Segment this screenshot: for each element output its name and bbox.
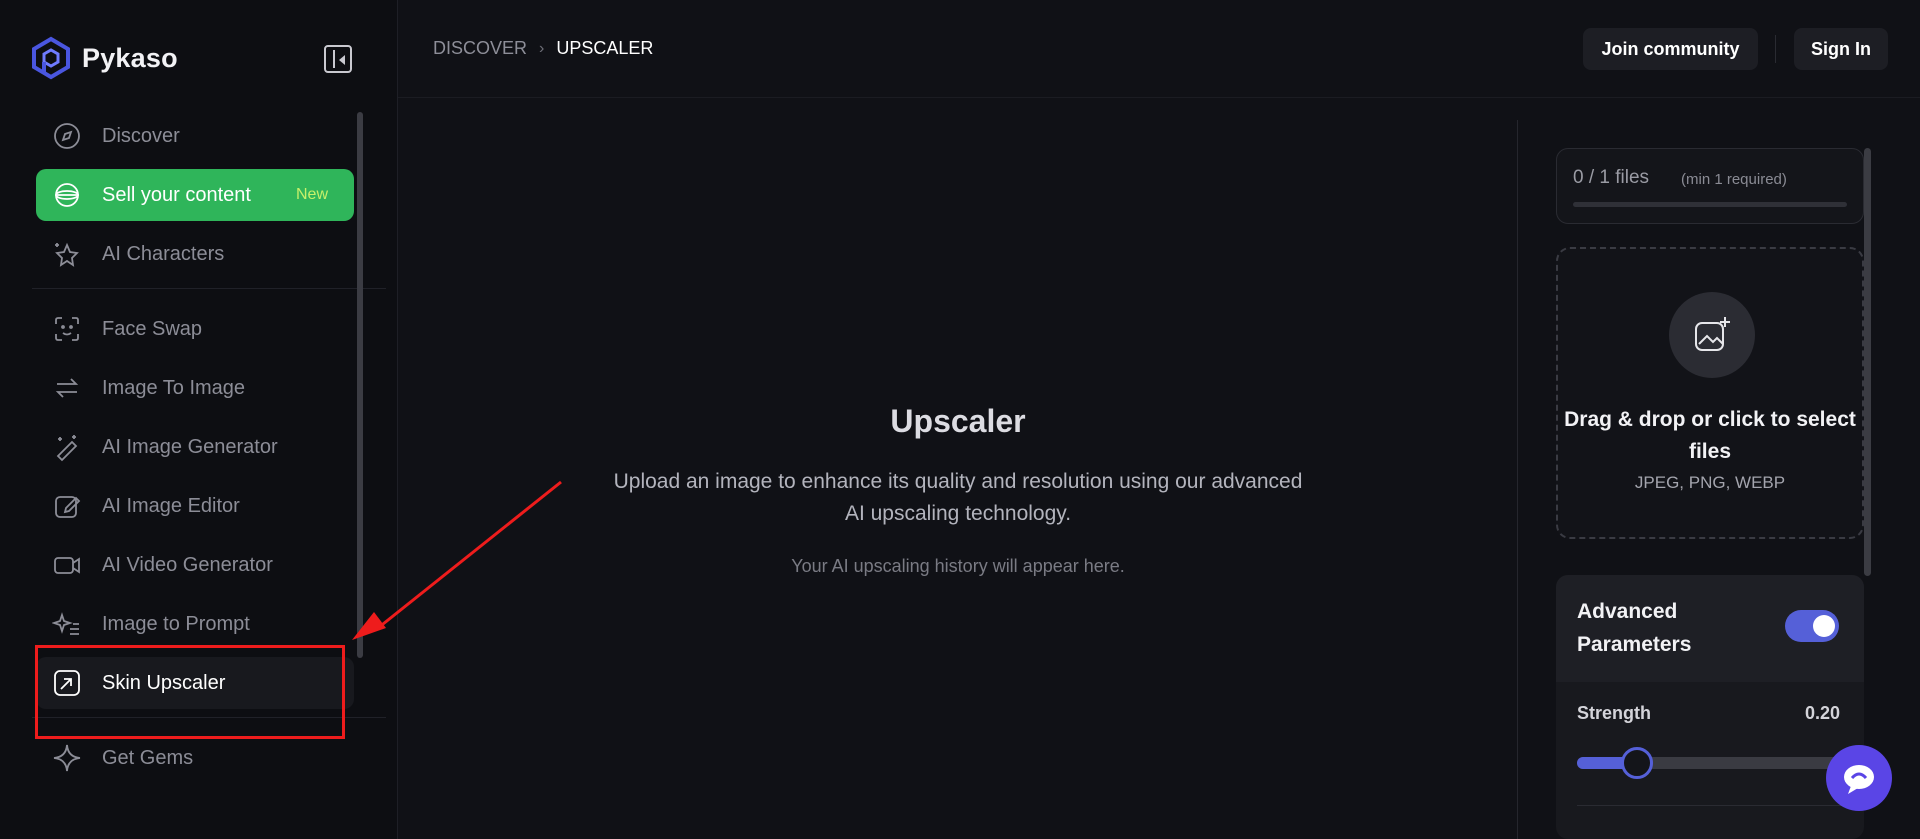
magic-wand-icon [52,432,82,462]
sidebar-item-sell-content[interactable]: Sell your content New [36,169,354,221]
sparkle-text-icon [52,609,82,639]
sidebar-item-label: Face Swap [102,317,203,340]
advanced-parameters-header: Advanced Parameters [1556,575,1864,682]
video-camera-icon [52,550,82,580]
files-counter-card: 0 / 1 files (min 1 required) [1556,148,1864,224]
sparkle-person-icon [52,239,82,269]
advanced-parameters-title: Advanced Parameters [1577,600,1692,656]
chat-bubble-icon [1844,765,1874,794]
swap-arrows-icon [52,373,82,403]
files-min-required: (min 1 required) [1681,171,1787,188]
breadcrumb-current: UPSCALER [556,38,654,58]
strength-label: Strength [1577,703,1651,723]
globe-icon [52,180,82,210]
sidebar-item-label: Image To Image [102,376,246,399]
sidebar-item-ai-image-editor[interactable]: AI Image Editor [36,480,354,532]
brand[interactable]: Pykaso [30,36,178,80]
breadcrumb-discover[interactable]: DISCOVER [433,38,527,59]
sidebar-item-label: Get Gems [102,746,194,769]
advanced-divider [1577,805,1843,806]
sidebar-item-discover[interactable]: Discover [36,110,354,162]
page-description: Upload an image to enhance its quality a… [613,470,1303,525]
page-title: Upscaler [890,403,1026,439]
sidebar-divider [32,288,386,289]
strength-slider-thumb[interactable] [1620,747,1653,779]
chat-support-button[interactable] [1826,745,1892,811]
sidebar-item-label: AI Image Editor [102,494,240,517]
join-community-button[interactable]: Join community [1583,28,1758,70]
main-panel: DISCOVER › UPSCALER Join community Sign … [397,0,1920,839]
panel-divider [1517,120,1518,839]
annotation-highlight-box [35,645,345,739]
sparkle-star-icon [52,743,82,773]
pykaso-logo-icon [32,36,70,80]
app-root: Pykaso Discover Sell your content New AI… [0,0,1920,839]
chevron-right-icon: › [539,39,545,57]
dropzone-title: Drag & drop or click to select files [1564,408,1856,463]
settings-scrollbar[interactable] [1864,148,1871,576]
breadcrumb: DISCOVER › UPSCALER [433,38,653,59]
sidebar-item-label: Image to Prompt [102,612,250,635]
brand-name: Pykaso [82,42,178,73]
top-bar: DISCOVER › UPSCALER Join community Sign … [398,0,1920,98]
sidebar-item-get-gems[interactable]: Get Gems [36,732,354,784]
sidebar-item-label: AI Video Generator [102,553,273,576]
add-image-icon [1669,292,1755,378]
sidebar-scrollbar[interactable] [357,112,363,658]
face-scan-icon [52,314,82,344]
sidebar-item-label: Sell your content [102,183,251,206]
history-empty-hint: Your AI upscaling history will appear he… [791,556,1125,576]
compass-icon [52,121,82,151]
dropzone-file-types: JPEG, PNG, WEBP [1634,473,1786,492]
sidebar-item-label: Discover [102,124,180,147]
sidebar-item-label: AI Characters [102,242,225,265]
advanced-parameters-card: Advanced Parameters Strength 0.20 [1556,575,1864,839]
sign-in-button[interactable]: Sign In [1794,28,1888,70]
collapse-sidebar-icon[interactable] [324,45,352,73]
advanced-parameters-toggle[interactable] [1785,610,1839,642]
sidebar-item-ai-video-generator[interactable]: AI Video Generator [36,539,354,591]
header-divider [1775,35,1776,63]
sidebar-item-image-to-image[interactable]: Image To Image [36,362,354,414]
edit-icon [52,491,82,521]
files-count: 0 / 1 files [1573,167,1650,188]
toggle-knob [1813,615,1835,637]
files-progress-bar [1573,202,1847,207]
upscaler-content: Upscaler Upload an image to enhance its … [398,98,1518,839]
strength-slider[interactable] [1577,747,1847,779]
new-badge: New [295,186,328,203]
sidebar-item-ai-image-generator[interactable]: AI Image Generator [36,421,354,473]
sidebar-item-ai-characters[interactable]: AI Characters [36,228,354,280]
sidebar-item-image-to-prompt[interactable]: Image to Prompt [36,598,354,650]
sidebar-item-face-swap[interactable]: Face Swap [36,303,354,355]
strength-value: 0.20 [1804,703,1840,723]
sidebar-item-label: AI Image Generator [102,435,278,458]
file-dropzone[interactable]: Drag & drop or click to select files JPE… [1556,247,1864,539]
